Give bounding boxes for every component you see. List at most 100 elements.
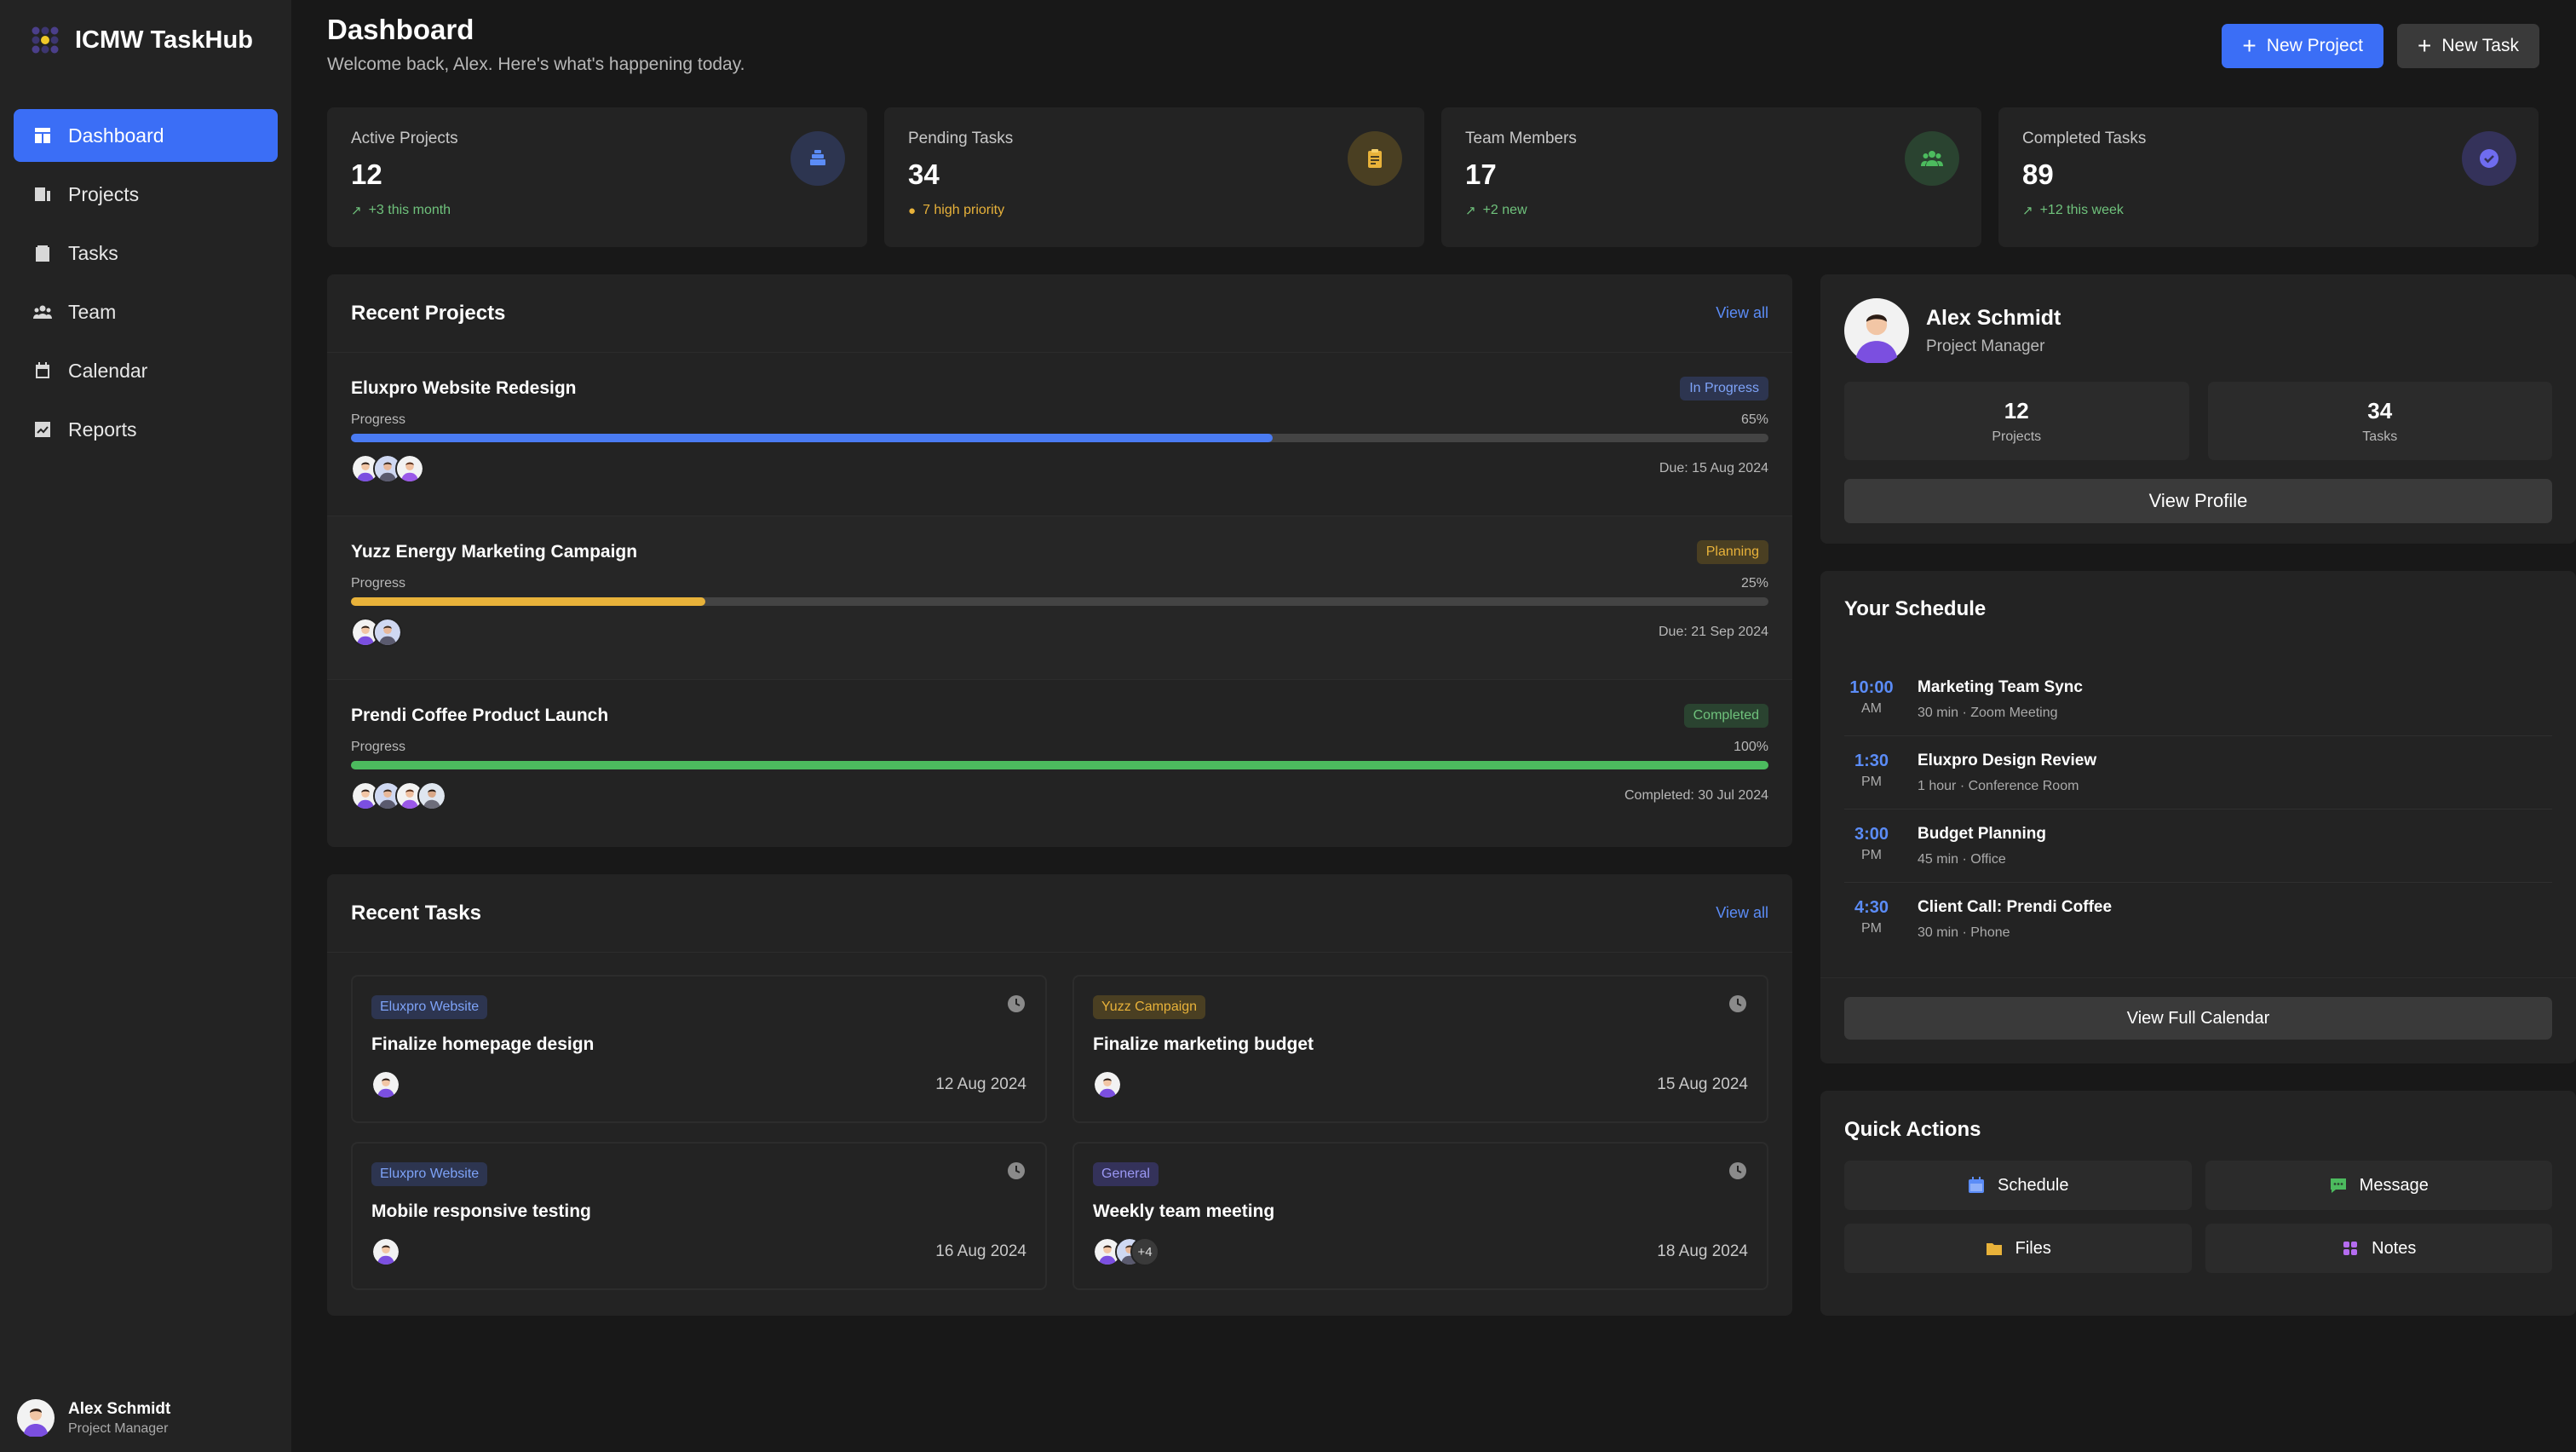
brand: ICMW TaskHub (0, 0, 291, 80)
section-title: Recent Tasks (351, 901, 481, 925)
task-date: 18 Aug 2024 (1657, 1242, 1748, 1260)
project-item[interactable]: Eluxpro Website Redesign In Progress Pro… (327, 353, 1792, 516)
schedule-meta: 1 hour · Conference Room (1918, 779, 2079, 793)
new-project-label: New Project (2266, 36, 2363, 55)
progress-fill (351, 761, 1768, 769)
quick-action-files[interactable]: Files (1844, 1224, 2192, 1273)
profile-name: Alex Schmidt (1926, 305, 2061, 330)
sidebar-item-reports[interactable]: Reports (14, 403, 278, 456)
stat-note: ↗ +3 this month (351, 203, 843, 218)
profile-projects-stat: 12 Projects (1844, 382, 2189, 460)
task-date: 16 Aug 2024 (935, 1242, 1026, 1260)
sidebar-user[interactable]: Alex Schmidt Project Manager (17, 1399, 170, 1437)
clock-icon (1008, 1162, 1025, 1179)
project-item[interactable]: Yuzz Energy Marketing Campaign Planning … (327, 516, 1792, 680)
profile-card: Alex Schmidt Project Manager 12 Projects… (1820, 274, 2576, 544)
task-date: 15 Aug 2024 (1657, 1075, 1748, 1093)
schedule-title: Budget Planning (1918, 825, 2046, 843)
quick-action-notes[interactable]: Notes (2205, 1224, 2552, 1273)
sidebar-item-label: Dashboard (68, 124, 164, 147)
task-date: 12 Aug 2024 (935, 1075, 1026, 1093)
stat-card-completed-tasks: Completed Tasks 89 ↗ +12 this week (1998, 107, 2539, 247)
sidebar-user-name: Alex Schmidt (68, 1399, 171, 1418)
schedule-meta: 30 min · Phone (1918, 925, 2010, 940)
logo-icon (32, 26, 59, 54)
task-tag: Yuzz Campaign (1093, 995, 1206, 1019)
task-card[interactable]: General Weekly team meeting +4 18 Aug 20… (1072, 1142, 1768, 1290)
task-title: Finalize homepage design (371, 1034, 595, 1054)
task-title: Mobile responsive testing (371, 1201, 591, 1221)
project-due-date: Due: 21 Sep 2024 (1659, 625, 1768, 639)
schedule-time: 10:00 (1849, 678, 1894, 697)
progress-value: 25% (1740, 576, 1768, 591)
new-task-button[interactable]: + New Task (2396, 24, 2539, 68)
new-task-label: New Task (2441, 36, 2519, 55)
section-title: Quick Actions (1844, 1118, 1981, 1141)
sidebar-item-label: Calendar (68, 359, 148, 382)
stat-value: 17 (1465, 158, 1497, 190)
avatar (1844, 298, 1909, 363)
plus-icon: + (2242, 32, 2257, 59)
task-title: Finalize marketing budget (1093, 1034, 1314, 1054)
task-card[interactable]: Yuzz Campaign Finalize marketing budget … (1072, 975, 1768, 1123)
stat-label: Team Members (1465, 130, 1577, 147)
users-icon (1905, 131, 1959, 186)
dashboard-icon (32, 125, 53, 146)
sidebar-user-role: Project Manager (68, 1420, 169, 1436)
schedule-item[interactable]: 1:30 PM Eluxpro Design Review 1 hour · Con… (1844, 736, 2552, 810)
schedule-title: Client Call: Prendi Coffee (1918, 898, 2113, 916)
project-name: Eluxpro Website Redesign (351, 378, 577, 398)
plus-icon: + (2417, 32, 2432, 59)
sidebar-item-team[interactable]: Team (14, 285, 278, 338)
stat-label: Active Projects (351, 130, 458, 147)
quick-action-message[interactable]: Message (2205, 1161, 2552, 1210)
section-title: Recent Projects (351, 301, 506, 325)
stat-note-text: +12 this week (2039, 203, 2124, 217)
projects-icon (32, 184, 53, 205)
task-tag: Eluxpro Website (371, 995, 488, 1019)
sidebar-item-projects[interactable]: Projects (14, 168, 278, 221)
stat-card-active-projects: Active Projects 12 ↗ +3 this month (327, 107, 867, 247)
reports-icon (32, 419, 53, 440)
stat-note: ↗ +2 new (1465, 203, 1958, 218)
project-list: Eluxpro Website Redesign In Progress Pro… (327, 353, 1792, 844)
calendar-icon (32, 360, 53, 381)
tasks-icon (32, 243, 53, 263)
task-card[interactable]: Eluxpro Website Finalize homepage design… (351, 975, 1047, 1123)
new-project-button[interactable]: + New Project (2222, 24, 2383, 68)
schedule-item[interactable]: 3:00 PM Budget Planning 45 min · Office (1844, 810, 2552, 883)
stat-value: 89 (2022, 158, 2054, 190)
view-full-calendar-button[interactable]: View Full Calendar (1844, 997, 2552, 1040)
quick-action-schedule[interactable]: Schedule (1844, 1161, 2192, 1210)
sidebar-item-calendar[interactable]: Calendar (14, 344, 278, 397)
project-due-date: Completed: 30 Jul 2024 (1624, 788, 1768, 803)
sidebar-item-dashboard[interactable]: Dashboard (14, 109, 278, 162)
progress-label: Progress (351, 412, 406, 427)
avatar (371, 1070, 400, 1099)
view-all-tasks-link[interactable]: View all (1716, 904, 1768, 922)
sidebar-item-tasks[interactable]: Tasks (14, 227, 278, 279)
recent-projects-panel: Recent Projects View all Eluxpro Website… (327, 274, 1792, 847)
schedule-period: AM (1861, 701, 1882, 716)
project-name: Yuzz Energy Marketing Campaign (351, 542, 638, 562)
avatar (1093, 1070, 1122, 1099)
page-title: Dashboard (327, 14, 474, 45)
schedule-item[interactable]: 4:30 PM Client Call: Prendi Coffee 30 min … (1844, 883, 2552, 956)
view-profile-button[interactable]: View Profile (1844, 479, 2552, 523)
task-card[interactable]: Eluxpro Website Mobile responsive testin… (351, 1142, 1047, 1290)
view-all-projects-link[interactable]: View all (1716, 304, 1768, 322)
project-avatars (351, 454, 424, 483)
schedule-period: PM (1861, 775, 1882, 789)
profile-tasks-label: Tasks (2362, 429, 2398, 444)
progress-fill (351, 597, 705, 606)
progress-fill (351, 434, 1273, 442)
project-item[interactable]: Prendi Coffee Product Launch Completed P… (327, 680, 1792, 844)
page-subtitle: Welcome back, Alex. Here's what's happen… (327, 55, 745, 74)
trend-up-icon: ↗ (1465, 204, 1476, 218)
task-tag: General (1093, 1162, 1159, 1186)
task-assignees: +4 (1093, 1237, 1159, 1266)
profile-tasks-stat: 34 Tasks (2207, 382, 2552, 460)
schedule-item[interactable]: 10:00 AM Marketing Team Sync 30 min · Zoom… (1844, 663, 2552, 736)
sidebar-nav: Dashboard Projects Tasks Team Calendar R… (0, 80, 291, 456)
avatar (373, 618, 402, 647)
